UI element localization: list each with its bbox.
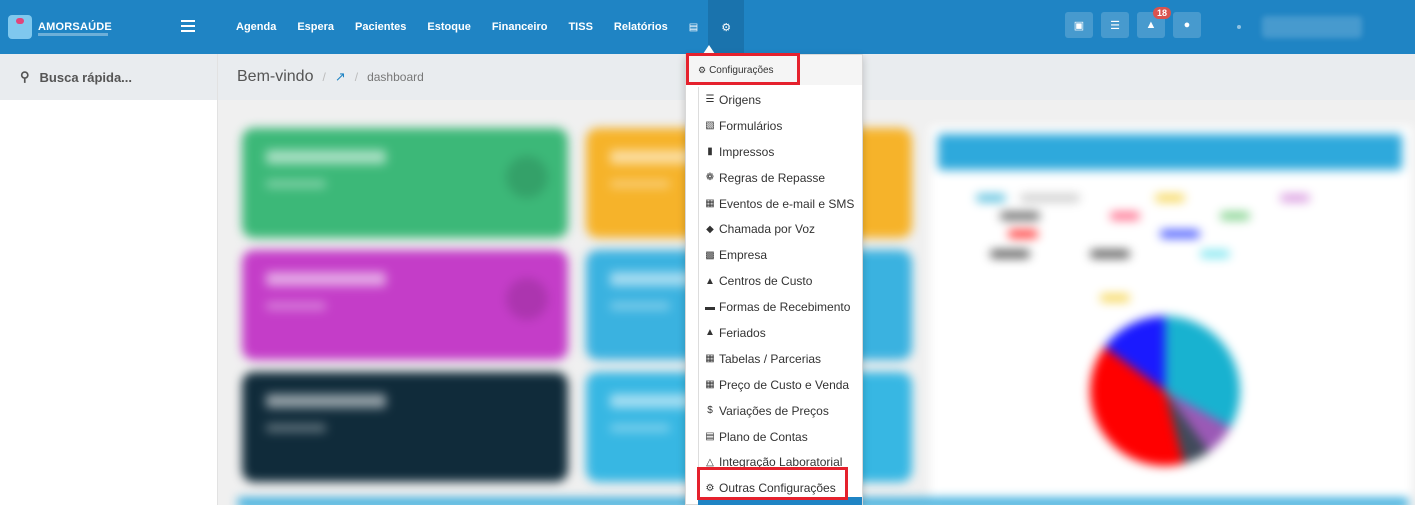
breadcrumb-separator: / [354, 70, 359, 84]
menu-item-formularios[interactable]: ▧ Formulários [699, 113, 862, 139]
topbar-actions: ▣ ☰ ▲ 18 ● [1065, 7, 1209, 38]
nav-estoque[interactable]: Estoque [427, 21, 470, 33]
chart-panel [930, 126, 1412, 501]
credit-card-icon: ▬ [705, 301, 715, 313]
brand-logo-icon [8, 15, 32, 39]
building-icon: ▩ [705, 249, 715, 261]
quick-search-label: Busca rápida... [39, 69, 133, 85]
nav-financeiro[interactable]: Financeiro [492, 21, 548, 33]
route-icon: ❁ [705, 172, 715, 184]
menu-item-tabelas-parcerias[interactable]: ▦ Tabelas / Parcerias [699, 346, 862, 372]
menu-item-variacoes-precos[interactable]: $ Variações de Preços [699, 398, 862, 424]
menu-item-impressos[interactable]: ▮ Impressos [699, 139, 862, 165]
sitemap-icon: ▲ [705, 275, 715, 287]
menu-item-centros-custo[interactable]: ▲ Centros de Custo [699, 268, 862, 294]
database-icon[interactable]: ▤ [689, 22, 698, 33]
brand-name: AMORSAÚDE [38, 21, 112, 33]
menu-item-eventos-email-sms[interactable]: ▦ Eventos de e-mail e SMS [699, 191, 862, 217]
search-icon: ⚲ [20, 69, 30, 84]
list-icon: ☰ [705, 94, 715, 106]
highlight-outras-configuracoes [697, 467, 848, 500]
page-title: Bem-vindo [237, 68, 314, 85]
menu-item-preco-custo-venda[interactable]: ▦ Preço de Custo e Venda [699, 372, 862, 398]
menu-item-origens[interactable]: ☰ Origens [699, 87, 862, 113]
breadcrumb-page: dashboard [367, 70, 424, 84]
table-icon: ▦ [705, 379, 715, 391]
nav-pacientes[interactable]: Pacientes [355, 21, 406, 33]
menu-toggle-icon[interactable] [181, 20, 195, 32]
chart-line-icon[interactable]: ↗ [335, 69, 346, 85]
calendar-icon: ▦ [705, 198, 715, 209]
brand[interactable]: AMORSAÚDE [0, 0, 218, 54]
nav-tiss[interactable]: TISS [568, 21, 592, 33]
nav-agenda[interactable]: Agenda [236, 21, 276, 33]
file-icon: ▮ [707, 146, 713, 158]
quick-search[interactable]: ⚲ Busca rápida... [0, 54, 217, 100]
table-icon: ▦ [705, 353, 715, 365]
nav-relatorios[interactable]: Relatórios [614, 21, 668, 33]
road-icon: ▲ [705, 327, 715, 339]
breadcrumb-separator: / [322, 70, 326, 84]
status-dot [1237, 25, 1241, 29]
list-alt-icon: ▤ [705, 431, 715, 443]
stat-card [242, 128, 568, 238]
sidebar: ⚲ Busca rápida... [0, 54, 218, 505]
inbox-icon[interactable]: ▣ [1065, 12, 1093, 38]
menu-item-regras-repasse[interactable]: ❁ Regras de Repasse [699, 165, 862, 191]
menu-item-feriados[interactable]: ▲ Feriados [699, 320, 862, 346]
stat-card [242, 250, 568, 360]
nav-espera[interactable]: Espera [297, 21, 334, 33]
notification-badge: 18 [1152, 7, 1171, 19]
config-dropdown: ⚙ Configurações ☰ Origens ▧ Formulários ▮ I… [685, 54, 863, 505]
menu-item-plano-contas[interactable]: ▤ Plano de Contas [699, 424, 862, 450]
speaker-icon: ◆ [706, 223, 714, 235]
bell-icon[interactable]: ▲ 18 [1137, 7, 1171, 38]
stat-card [242, 372, 568, 482]
menu-item-formas-recebimento[interactable]: ▬ Formas de Recebimento [699, 294, 862, 320]
user-menu[interactable] [1262, 16, 1362, 38]
dollar-icon: $ [707, 405, 713, 417]
highlight-configuracoes [686, 53, 800, 85]
brand-tagline [38, 33, 108, 36]
main-nav: Agenda Espera Pacientes Estoque Financei… [218, 0, 745, 54]
chat-icon[interactable]: ● [1173, 12, 1201, 38]
config-menu-list: ☰ Origens ▧ Formulários ▮ Impressos ❁ Regras… [698, 87, 862, 502]
list-icon[interactable]: ☰ [1101, 12, 1129, 38]
menu-item-empresa[interactable]: ▩ Empresa [699, 242, 862, 268]
menu-item-chamada-voz[interactable]: ◆ Chamada por Voz [699, 216, 862, 242]
bar-chart-icon: ▧ [705, 120, 715, 132]
pie-chart [1090, 316, 1240, 466]
chart-header [938, 134, 1402, 170]
